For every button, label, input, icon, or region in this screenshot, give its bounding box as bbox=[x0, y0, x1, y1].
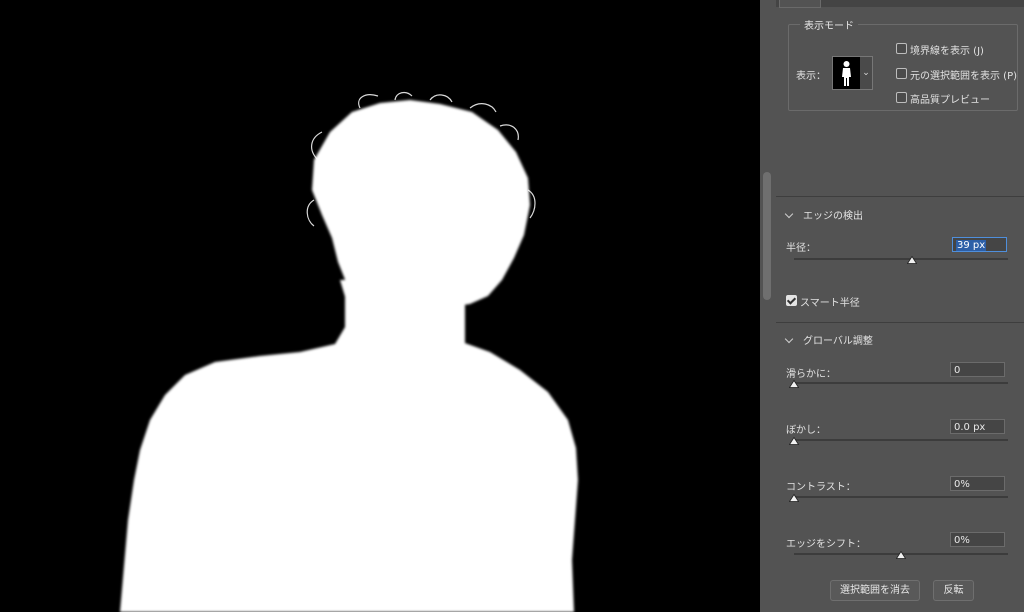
slider-triangle-icon bbox=[896, 551, 906, 559]
shift-edge-input[interactable]: 0% bbox=[950, 532, 1005, 547]
radius-input[interactable]: 39 px bbox=[952, 237, 1007, 252]
chevron-down-icon: ⌄ bbox=[862, 68, 870, 78]
shift-edge-slider-track[interactable] bbox=[794, 551, 1008, 559]
slider-triangle-icon bbox=[789, 437, 799, 445]
global-refinements-header[interactable]: グローバル調整 bbox=[784, 332, 873, 347]
slider-triangle-icon bbox=[789, 380, 799, 388]
smart-radius-label: スマート半径 bbox=[800, 298, 860, 309]
show-edge-checkbox[interactable] bbox=[896, 43, 907, 54]
radius-label: 半径： bbox=[786, 243, 816, 254]
view-mode-thumbnail[interactable] bbox=[832, 56, 861, 90]
panel-gutter bbox=[760, 0, 776, 612]
panel-tab-strip bbox=[776, 0, 1024, 8]
smooth-input[interactable]: 0 bbox=[950, 362, 1005, 377]
show-edge-label: 境界線を表示 (J) bbox=[910, 46, 984, 57]
show-original-checkbox[interactable] bbox=[896, 68, 907, 79]
edge-detection-header[interactable]: エッジの検出 bbox=[784, 207, 863, 222]
contrast-input[interactable]: 0% bbox=[950, 476, 1005, 491]
panel-tab-active[interactable] bbox=[779, 0, 821, 8]
smooth-slider-track[interactable] bbox=[789, 380, 1008, 388]
clear-selection-button[interactable]: 選択範囲を消去 bbox=[830, 580, 920, 601]
chevron-down-icon bbox=[784, 334, 794, 344]
mask-preview-canvas[interactable] bbox=[0, 0, 760, 612]
global-refinements-title: グローバル調整 bbox=[803, 336, 873, 347]
section-divider bbox=[776, 196, 1024, 197]
show-original-label: 元の選択範囲を表示 (P) bbox=[910, 71, 1018, 82]
shift-edge-label: エッジをシフト： bbox=[786, 539, 866, 550]
invert-button[interactable]: 反転 bbox=[933, 580, 974, 601]
slider-triangle-icon bbox=[789, 494, 799, 502]
smooth-label: 滑らかに： bbox=[786, 369, 836, 380]
feather-slider-track[interactable] bbox=[789, 437, 1008, 445]
contrast-label: コントラスト： bbox=[786, 482, 856, 493]
section-divider bbox=[776, 322, 1024, 323]
high-quality-preview-label: 高品質プレビュー bbox=[910, 95, 990, 106]
view-mode-dropdown[interactable]: ⌄ bbox=[860, 56, 873, 90]
contrast-slider-track[interactable] bbox=[789, 494, 1008, 502]
smart-radius-checkbox[interactable] bbox=[786, 295, 797, 306]
feather-input[interactable]: 0.0 px bbox=[950, 419, 1005, 434]
person-icon bbox=[842, 61, 851, 86]
chevron-down-icon bbox=[784, 209, 794, 219]
scrollbar-thumb[interactable] bbox=[763, 172, 771, 300]
edge-detection-title: エッジの検出 bbox=[803, 211, 863, 222]
radius-value: 39 px bbox=[956, 240, 987, 251]
high-quality-preview-checkbox[interactable] bbox=[896, 92, 907, 103]
slider-triangle-icon bbox=[906, 256, 917, 264]
view-label: 表示： bbox=[796, 71, 826, 82]
feather-label: ぼかし： bbox=[786, 425, 826, 436]
properties-panel: 表示モード 表示： ⌄ 境界線を表示 (J) 元の選択範囲を表示 (P) 高品質… bbox=[776, 0, 1024, 612]
display-mode-legend: 表示モード bbox=[800, 17, 858, 32]
person-silhouette bbox=[120, 91, 578, 612]
radius-slider-track[interactable] bbox=[794, 256, 1008, 264]
